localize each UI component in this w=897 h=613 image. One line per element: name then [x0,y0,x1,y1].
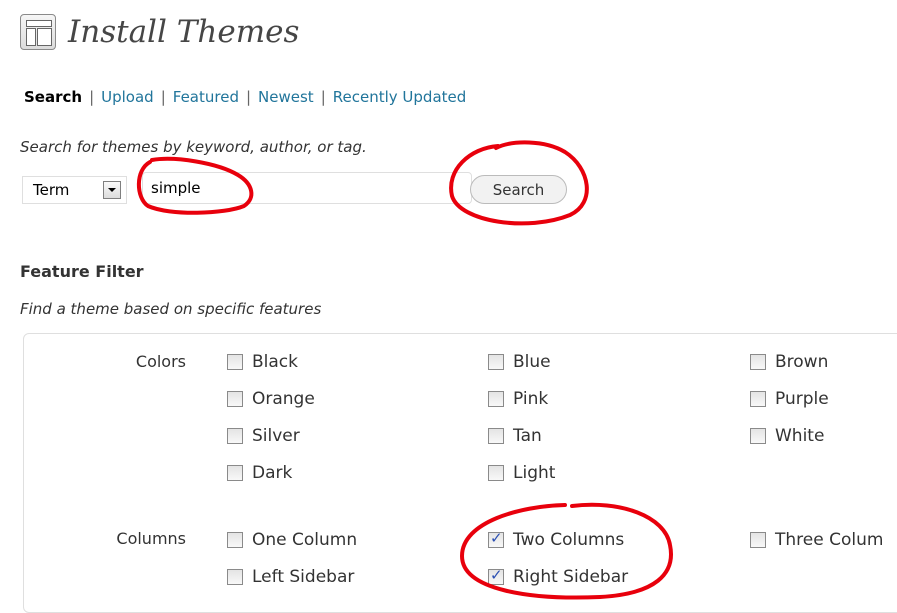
nav-newest[interactable]: Newest [258,88,314,106]
checkbox[interactable] [750,391,766,407]
checkbox[interactable] [750,428,766,444]
checkbox[interactable] [488,465,504,481]
search-type-value: Term [33,181,70,199]
filter-option-dark[interactable]: Dark [227,463,292,483]
search-type-select[interactable]: Term [22,176,127,204]
theme-install-nav: Search | Upload | Featured | Newest | Recently U… [24,88,467,106]
checkbox[interactable] [750,354,766,370]
checkbox[interactable] [227,391,243,407]
filter-option-light[interactable]: Light [488,463,555,483]
filter-option-right-sidebar[interactable]: Right Sidebar [488,566,628,587]
checkbox[interactable] [227,465,243,481]
nav-upload[interactable]: Upload [101,88,154,106]
feature-filter-description: Find a theme based on specific features [20,300,322,318]
chevron-down-icon [103,181,121,199]
nav-featured[interactable]: Featured [173,88,239,106]
filter-option-black[interactable]: Black [227,352,298,372]
checkbox[interactable] [488,391,504,407]
filter-option-two-columns[interactable]: Two Columns [488,529,624,550]
filter-option-pink[interactable]: Pink [488,389,548,409]
page-header: Install Themes [20,14,299,50]
filter-option-tan[interactable]: Tan [488,426,542,446]
feature-filter-box [23,333,897,613]
checkbox[interactable] [488,428,504,444]
filter-option-purple[interactable]: Purple [750,389,829,409]
filter-option-silver[interactable]: Silver [227,426,300,446]
checkbox[interactable] [227,428,243,444]
nav-search[interactable]: Search [24,88,82,106]
search-description: Search for themes by keyword, author, or… [20,138,367,156]
install-themes-page: Install Themes Search | Upload | Featured | Ne… [0,0,897,613]
filter-option-three-columns[interactable]: Three Colum [750,530,883,550]
search-input[interactable] [142,172,472,204]
checkbox-checked[interactable] [488,529,504,548]
feature-filter-title: Feature Filter [20,262,144,281]
filter-option-white[interactable]: White [750,426,824,446]
checkbox-checked[interactable] [488,566,504,585]
filter-option-left-sidebar[interactable]: Left Sidebar [227,567,354,587]
checkbox[interactable] [227,354,243,370]
checkbox[interactable] [227,532,243,548]
filter-option-one-column[interactable]: One Column [227,530,357,550]
theme-layout-icon [20,14,56,50]
filter-group-label-colors: Colors [135,352,186,371]
search-button[interactable]: Search [470,175,567,204]
filter-option-orange[interactable]: Orange [227,389,315,409]
page-title: Install Themes [68,14,300,50]
checkbox[interactable] [750,532,766,548]
checkbox[interactable] [227,569,243,585]
filter-option-brown[interactable]: Brown [750,352,828,372]
search-form: Term Search [22,172,582,205]
checkbox[interactable] [488,354,504,370]
filter-option-blue[interactable]: Blue [488,352,551,372]
nav-recently-updated[interactable]: Recently Updated [333,88,467,106]
filter-group-label-columns: Columns [116,529,186,548]
